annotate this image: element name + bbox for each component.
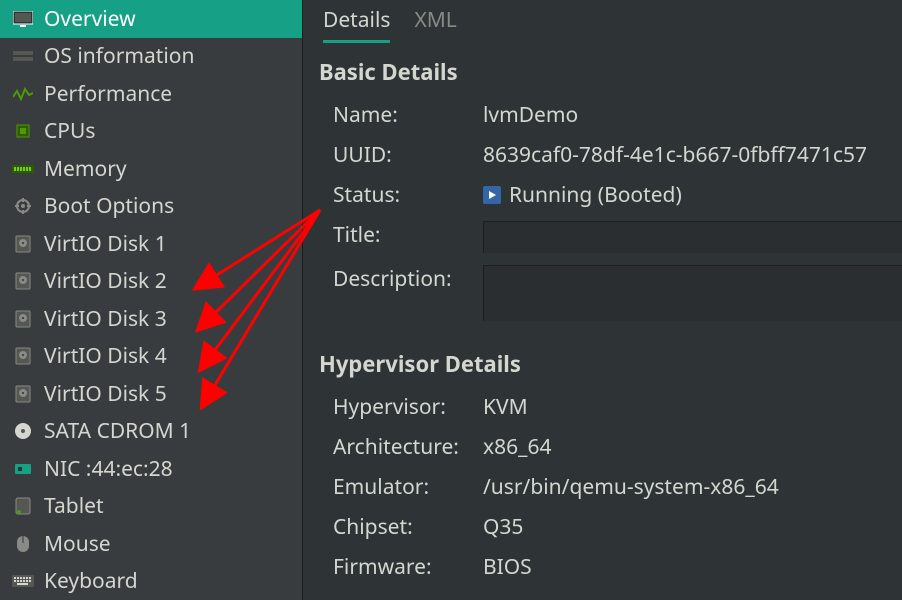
tablet-icon	[12, 496, 34, 516]
sidebar-item-label: Performance	[44, 80, 172, 108]
sidebar-item-label: VirtIO Disk 3	[44, 305, 167, 333]
disk-icon	[12, 346, 34, 366]
sidebar-item-virtio-disk-2[interactable]: VirtIO Disk 2	[0, 263, 302, 301]
sidebar-item-label: VirtIO Disk 5	[44, 380, 167, 408]
title-input[interactable]	[483, 221, 902, 253]
sidebar-item-tablet[interactable]: Tablet	[0, 488, 302, 526]
disk-icon	[12, 309, 34, 329]
sidebar-item-mouse[interactable]: Mouse	[0, 525, 302, 563]
keyboard-icon	[12, 571, 34, 591]
sidebar: Overview OS information Performance CPUs…	[0, 0, 303, 600]
disk-icon	[12, 271, 34, 291]
sidebar-item-cpus[interactable]: CPUs	[0, 113, 302, 151]
sidebar-item-memory[interactable]: Memory	[0, 150, 302, 188]
tab-details[interactable]: Details	[323, 6, 390, 43]
sidebar-item-label: Overview	[44, 5, 136, 33]
status-value: Running (Booted)	[483, 175, 902, 215]
disk-icon	[12, 384, 34, 404]
sidebar-item-label: OS information	[44, 42, 195, 70]
architecture-value: x86_64	[483, 427, 902, 467]
sidebar-item-os-information[interactable]: OS information	[0, 38, 302, 76]
emulator-value: /usr/bin/qemu-system-x86_64	[483, 467, 902, 507]
sidebar-item-sata-cdrom-1[interactable]: SATA CDROM 1	[0, 413, 302, 451]
sidebar-item-label: VirtIO Disk 2	[44, 267, 167, 295]
architecture-label: Architecture:	[333, 427, 477, 467]
emulator-label: Emulator:	[333, 467, 477, 507]
sidebar-item-nic[interactable]: NIC :44:ec:28	[0, 450, 302, 488]
name-label: Name:	[333, 95, 477, 135]
uuid-label: UUID:	[333, 135, 477, 175]
tabs: Details XML	[323, 0, 902, 43]
uuid-value: 8639caf0-78df-4e1c-b667-0fbff7471c57	[483, 135, 902, 175]
sidebar-item-virtio-disk-4[interactable]: VirtIO Disk 4	[0, 338, 302, 376]
sidebar-item-label: VirtIO Disk 4	[44, 342, 167, 370]
sidebar-item-virtio-disk-5[interactable]: VirtIO Disk 5	[0, 375, 302, 413]
chipset-value: Q35	[483, 507, 902, 547]
sidebar-item-overview[interactable]: Overview	[0, 0, 302, 38]
sidebar-item-label: VirtIO Disk 1	[44, 230, 167, 258]
cpu-icon	[12, 121, 34, 141]
tab-xml[interactable]: XML	[414, 6, 456, 43]
name-value: lvmDemo	[483, 95, 902, 135]
hypervisor-label: Hypervisor:	[333, 387, 477, 427]
running-icon	[483, 186, 501, 204]
sidebar-item-label: Memory	[44, 155, 127, 183]
firmware-label: Firmware:	[333, 547, 477, 587]
basic-details-heading: Basic Details	[319, 57, 902, 87]
details-panel: Details XML Basic Details Name: lvmDemo …	[303, 0, 902, 600]
sidebar-item-label: CPUs	[44, 117, 95, 145]
sidebar-item-label: Tablet	[44, 492, 104, 520]
status-text: Running (Booted)	[509, 181, 682, 209]
sidebar-item-label: Keyboard	[44, 567, 138, 595]
boot-icon	[12, 196, 34, 216]
cdrom-icon	[12, 421, 34, 441]
title-label: Title:	[333, 215, 477, 259]
sidebar-item-performance[interactable]: Performance	[0, 75, 302, 113]
description-label: Description:	[333, 259, 477, 327]
description-input[interactable]	[483, 265, 902, 321]
os-icon	[12, 46, 34, 66]
hypervisor-details-heading: Hypervisor Details	[319, 349, 902, 379]
hypervisor-value: KVM	[483, 387, 902, 427]
monitor-icon	[12, 9, 34, 29]
sidebar-item-label: NIC :44:ec:28	[44, 455, 173, 483]
sidebar-item-virtio-disk-1[interactable]: VirtIO Disk 1	[0, 225, 302, 263]
sidebar-item-keyboard[interactable]: Keyboard	[0, 563, 302, 600]
disk-icon	[12, 234, 34, 254]
sidebar-item-label: SATA CDROM 1	[44, 417, 191, 445]
sidebar-item-label: Mouse	[44, 530, 111, 558]
sidebar-item-boot-options[interactable]: Boot Options	[0, 188, 302, 226]
mouse-icon	[12, 534, 34, 554]
firmware-value: BIOS	[483, 547, 902, 587]
chipset-label: Chipset:	[333, 507, 477, 547]
sidebar-item-virtio-disk-3[interactable]: VirtIO Disk 3	[0, 300, 302, 338]
performance-icon	[12, 84, 34, 104]
status-label: Status:	[333, 175, 477, 215]
nic-icon	[12, 459, 34, 479]
memory-icon	[12, 159, 34, 179]
sidebar-item-label: Boot Options	[44, 192, 174, 220]
